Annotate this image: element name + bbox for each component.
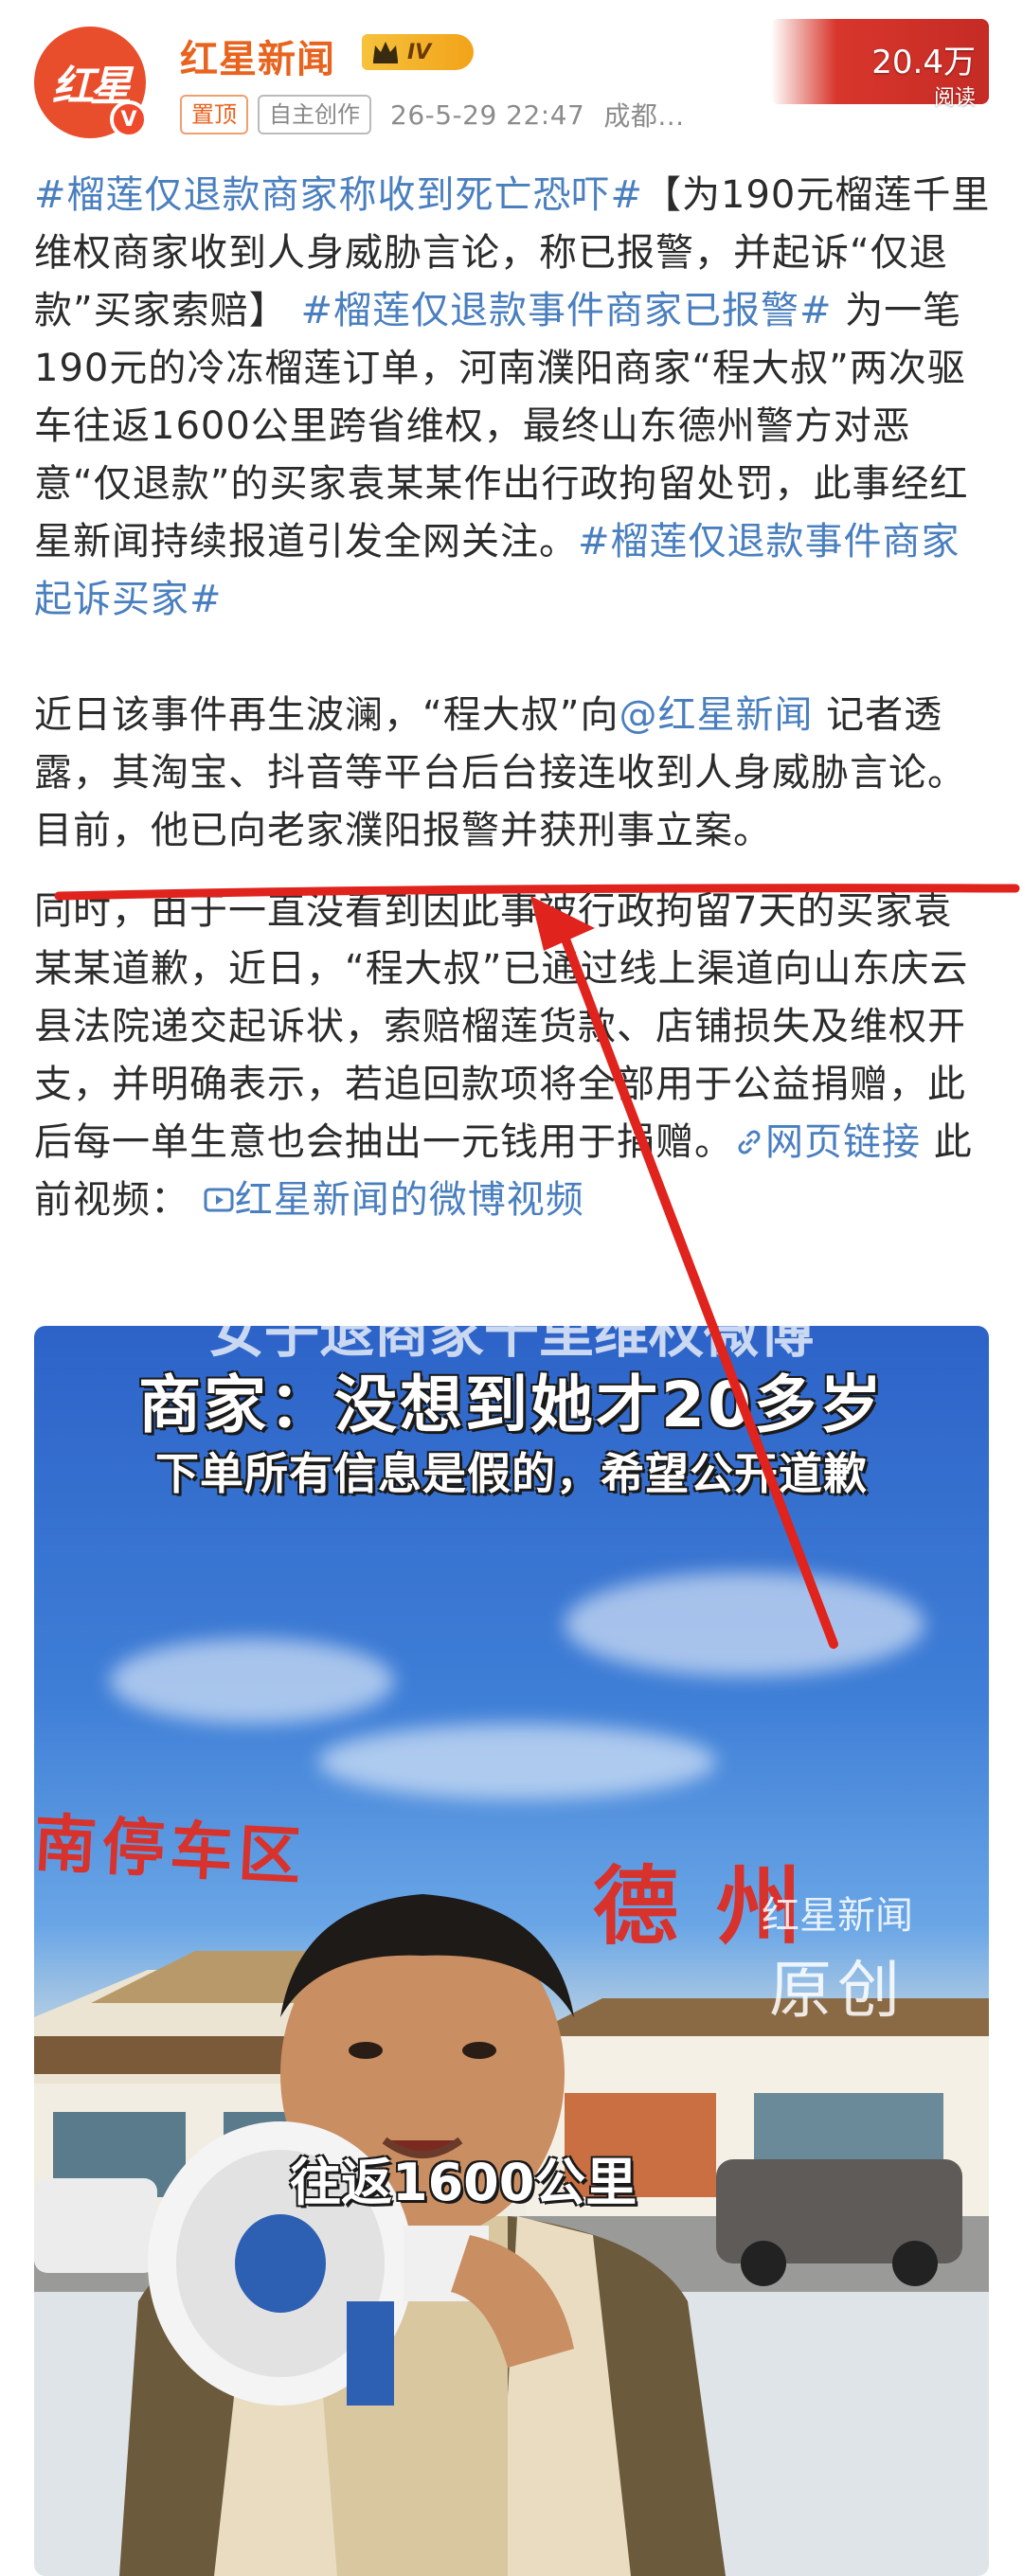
- crown-icon: [373, 42, 398, 63]
- view-count: 20.4万: [871, 44, 976, 81]
- post-text: 近日该事件再生波澜，“程大叔”向: [34, 693, 619, 737]
- paragraph-1: #榴莲仅退款商家称收到死亡恐吓#【为190元榴莲千里维权商家收到人身威胁言论，称…: [34, 167, 991, 629]
- video-subtitle: 往返1600公里: [290, 2153, 637, 2212]
- post-meta: 置顶 自主创作 26-5-29 22:47 成都...: [180, 95, 685, 134]
- video-headline: 商家：没想到她才20多岁: [138, 1368, 885, 1441]
- hashtag-link[interactable]: #榴莲仅退款商家称收到死亡恐吓#: [34, 173, 643, 217]
- video-play-icon: [204, 1188, 234, 1212]
- cloud: [318, 1724, 716, 1799]
- web-link-label: 网页链接: [765, 1120, 921, 1164]
- author-name[interactable]: 红星新闻: [180, 28, 335, 83]
- post-location: 成都...: [603, 100, 685, 132]
- pinned-tag: 置顶: [180, 95, 248, 134]
- post-header: 红星 V 红星新闻 IV 置顶 自主创作 26-5-29 22:47 成都...…: [0, 0, 1023, 152]
- post-body: #榴莲仅退款商家称收到死亡恐吓#【为190元榴莲千里维权商家收到人身威胁言论，称…: [34, 167, 991, 1229]
- video-watermark: 红星新闻 原创: [762, 1885, 913, 2030]
- link-icon: [738, 1130, 761, 1154]
- video-thumbnail[interactable]: 女子退商家千里维权微博 商家：没想到她才20多岁 下单所有信息是假的，希望公开道…: [34, 1326, 989, 2576]
- avatar[interactable]: 红星 V: [34, 27, 148, 138]
- verified-v-icon: V: [110, 100, 148, 138]
- hashtag-link[interactable]: #榴莲仅退款事件商家已报警#: [300, 289, 832, 332]
- cloud: [565, 1572, 924, 1676]
- web-link[interactable]: 网页链接: [733, 1120, 921, 1164]
- level-badge[interactable]: IV: [362, 34, 474, 70]
- post-timestamp: 26-5-29 22:47: [390, 98, 585, 131]
- paragraph-2: 近日该事件再生波澜，“程大叔”向@红星新闻 记者透露，其淘宝、抖音等平台后台接连…: [34, 687, 991, 860]
- video-link-label: 红星新闻的微博视频: [234, 1178, 584, 1222]
- watermark-brand: 红星新闻: [762, 1894, 913, 1938]
- level-text: IV: [407, 40, 432, 64]
- video-link[interactable]: 红星新闻的微博视频: [203, 1178, 584, 1222]
- paragraph-3: 同时，由于一直没看到因此事被行政拘留7天的买家袁某某道歉，近日，“程大叔”已通过…: [34, 883, 991, 1229]
- video-subline: 下单所有信息是假的，希望公开道歉: [155, 1448, 868, 1499]
- cloud: [110, 1638, 394, 1724]
- weibo-post-page: 红星 V 红星新闻 IV 置顶 自主创作 26-5-29 22:47 成都...…: [0, 0, 1023, 2576]
- view-count-badge: 20.4万 阅读: [771, 19, 989, 110]
- merchant-with-megaphone: [119, 1894, 726, 2576]
- original-creation-tag: 自主创作: [258, 95, 371, 134]
- mention-link[interactable]: @红星新闻: [619, 693, 813, 737]
- view-count-label: 阅读: [933, 86, 976, 110]
- watermark-original: 原创: [769, 1954, 906, 2027]
